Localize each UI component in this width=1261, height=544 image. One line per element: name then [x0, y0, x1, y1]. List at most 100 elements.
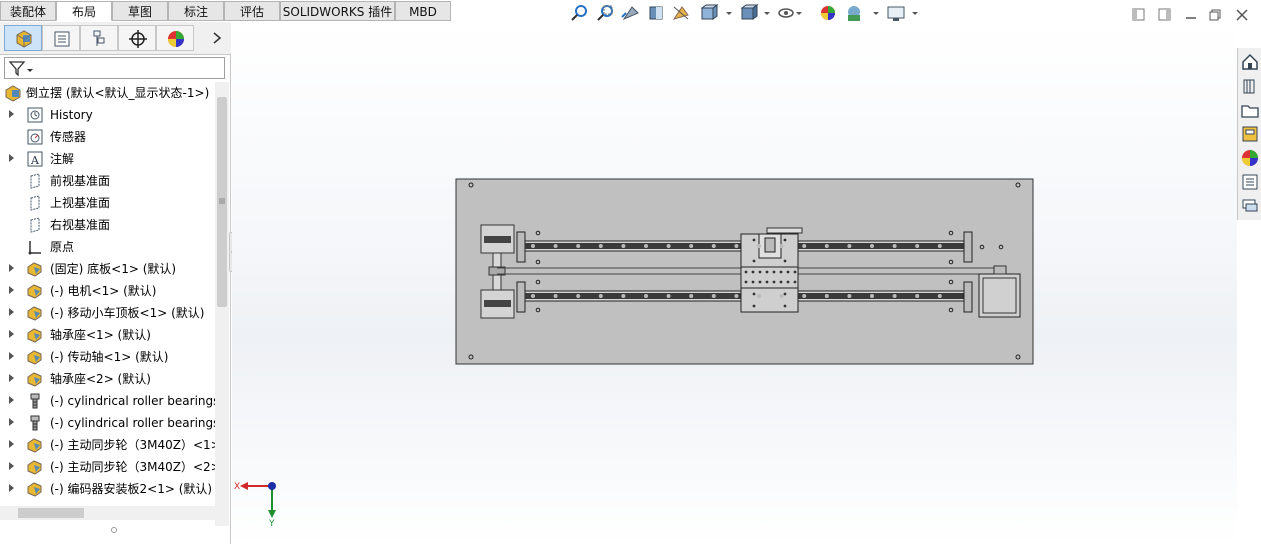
part-icon [26, 282, 44, 300]
forum-icon[interactable] [1240, 196, 1260, 216]
tree-item[interactable]: (-) 电机<1> (默认) [0, 280, 215, 302]
expand-arrow-icon[interactable] [9, 308, 14, 316]
expand-arrow-icon[interactable] [9, 484, 14, 492]
tree-item[interactable]: (-) 传动轴<1> (默认) [0, 346, 215, 368]
tree-item[interactable]: 原点 [0, 236, 215, 258]
expand-arrow-icon[interactable] [9, 418, 14, 426]
expand-arrow-icon[interactable] [9, 462, 14, 470]
cart-bolt [752, 259, 756, 263]
rail-hole [824, 244, 829, 248]
expand-arrow-icon[interactable] [9, 374, 14, 382]
plane-icon [26, 194, 44, 212]
tab-layout[interactable]: 布局 [56, 1, 112, 21]
zoom-area-icon[interactable] [597, 5, 613, 21]
edit-appearance-icon[interactable] [821, 6, 835, 20]
tree-item[interactable]: (-) 移动小车顶板<1> (默认) [0, 302, 215, 324]
view-orientation-icon[interactable] [700, 4, 719, 20]
tree-item-label: 前视基准面 [50, 174, 111, 188]
motor[interactable] [978, 265, 1021, 318]
hide-show-icon[interactable] [778, 8, 794, 18]
rail-hole [711, 244, 716, 248]
view-settings-icon[interactable] [887, 6, 905, 21]
filter-icon [8, 61, 33, 76]
tree-horizontal-scrollbar[interactable] [0, 506, 215, 520]
design-library-icon[interactable] [1240, 76, 1260, 96]
rail-hole [802, 294, 807, 298]
display-style-icon[interactable] [740, 4, 759, 20]
zoom-to-fit-icon[interactable] [571, 5, 587, 21]
expand-arrow-icon[interactable] [9, 330, 14, 338]
tree-item[interactable]: 右视基准面 [0, 214, 215, 236]
home-icon[interactable] [1240, 52, 1260, 72]
tree-item[interactable]: 前视基准面 [0, 170, 215, 192]
expand-arrow-icon[interactable] [9, 440, 14, 448]
minimize-icon[interactable] [1184, 8, 1198, 22]
expand-arrow-icon[interactable] [9, 396, 14, 404]
chevron-right-icon[interactable] [212, 32, 222, 44]
expand-arrow-icon[interactable] [9, 352, 14, 360]
appearances-icon[interactable] [1240, 148, 1260, 168]
file-explorer-icon[interactable] [1240, 100, 1260, 120]
cart-bolt [758, 270, 762, 274]
plane-icon [26, 172, 44, 190]
rail-hole [892, 294, 897, 298]
expand-arrow-icon[interactable] [9, 154, 14, 162]
tab-assembly[interactable]: 装配体 [0, 1, 56, 21]
moving-cart[interactable] [740, 227, 803, 313]
tab-markup[interactable]: 标注 [168, 1, 224, 21]
tree-item[interactable]: (-) 编码器安装板2<1> (默认) [0, 478, 215, 500]
panel-resize-handle-icon[interactable] [110, 526, 118, 534]
tree-item[interactable]: History [0, 104, 215, 126]
tree-item[interactable]: 轴承座<2> (默认) [0, 368, 215, 390]
rail-hole [553, 294, 558, 298]
tab-solidworks-addins[interactable]: SOLIDWORKS 插件 [280, 1, 395, 21]
tile-right-icon[interactable] [1158, 8, 1172, 22]
part-icon [26, 326, 44, 344]
tree-item[interactable]: A 注解 [0, 148, 215, 170]
tree-filter[interactable] [4, 57, 225, 79]
close-icon[interactable] [1235, 8, 1249, 22]
restore-icon[interactable] [1208, 8, 1222, 22]
expand-arrow-icon[interactable] [9, 110, 14, 118]
rail-hole [576, 294, 581, 298]
tree-root-assembly[interactable]: 倒立摆 (默认<默认_显示状态-1>) [0, 82, 215, 104]
rail-hole [802, 244, 807, 248]
expand-arrow-icon[interactable] [9, 286, 14, 294]
tab-property-manager[interactable] [42, 25, 80, 51]
graphics-area[interactable]: X Y [232, 22, 1237, 544]
cart-bolt [793, 280, 797, 284]
tab-dimxpert-manager[interactable] [118, 25, 156, 51]
rail-hole [779, 244, 784, 248]
tab-feature-manager[interactable] [4, 25, 42, 51]
tree-item[interactable]: 上视基准面 [0, 192, 215, 214]
tree-item[interactable]: 传感器 [0, 126, 215, 148]
view-palette-icon[interactable] [1240, 124, 1260, 144]
rail-hole [689, 244, 694, 248]
tree-item[interactable]: (-) cylindrical roller bearings [0, 412, 215, 434]
vertical-scroll-thumb[interactable] [217, 97, 227, 307]
custom-properties-icon[interactable] [1240, 172, 1260, 192]
tab-sketch[interactable]: 草图 [112, 1, 168, 21]
rail-hole [915, 294, 920, 298]
tree-item[interactable]: (-) 主动同步轮（3M40Z）<2> [0, 456, 215, 478]
part-icon [26, 458, 44, 476]
tab-mbd[interactable]: MBD [395, 1, 451, 21]
tree-item[interactable]: 轴承座<1> (默认) [0, 324, 215, 346]
tree-vertical-scrollbar[interactable] [215, 82, 229, 526]
tree-item[interactable]: (-) cylindrical roller bearings [0, 390, 215, 412]
tree-item-label: History [50, 108, 93, 122]
previous-view-icon[interactable] [621, 6, 639, 21]
expand-arrow-icon[interactable] [9, 264, 14, 272]
apply-scene-icon[interactable] [848, 6, 860, 21]
tab-configuration-manager[interactable] [80, 25, 118, 51]
tile-left-icon[interactable] [1132, 8, 1146, 22]
rail-hole [847, 244, 852, 248]
tree-item[interactable]: (-) 主动同步轮（3M40Z）<1> [0, 434, 215, 456]
tab-display-manager[interactable] [156, 25, 194, 51]
rail-hole [757, 294, 761, 298]
section-view-icon[interactable] [649, 6, 663, 20]
tree-item[interactable]: (固定) 底板<1> (默认) [0, 258, 215, 280]
dynamic-annotation-icon[interactable] [672, 6, 689, 20]
tab-evaluate[interactable]: 评估 [224, 1, 280, 21]
horizontal-scroll-thumb[interactable] [18, 508, 84, 518]
